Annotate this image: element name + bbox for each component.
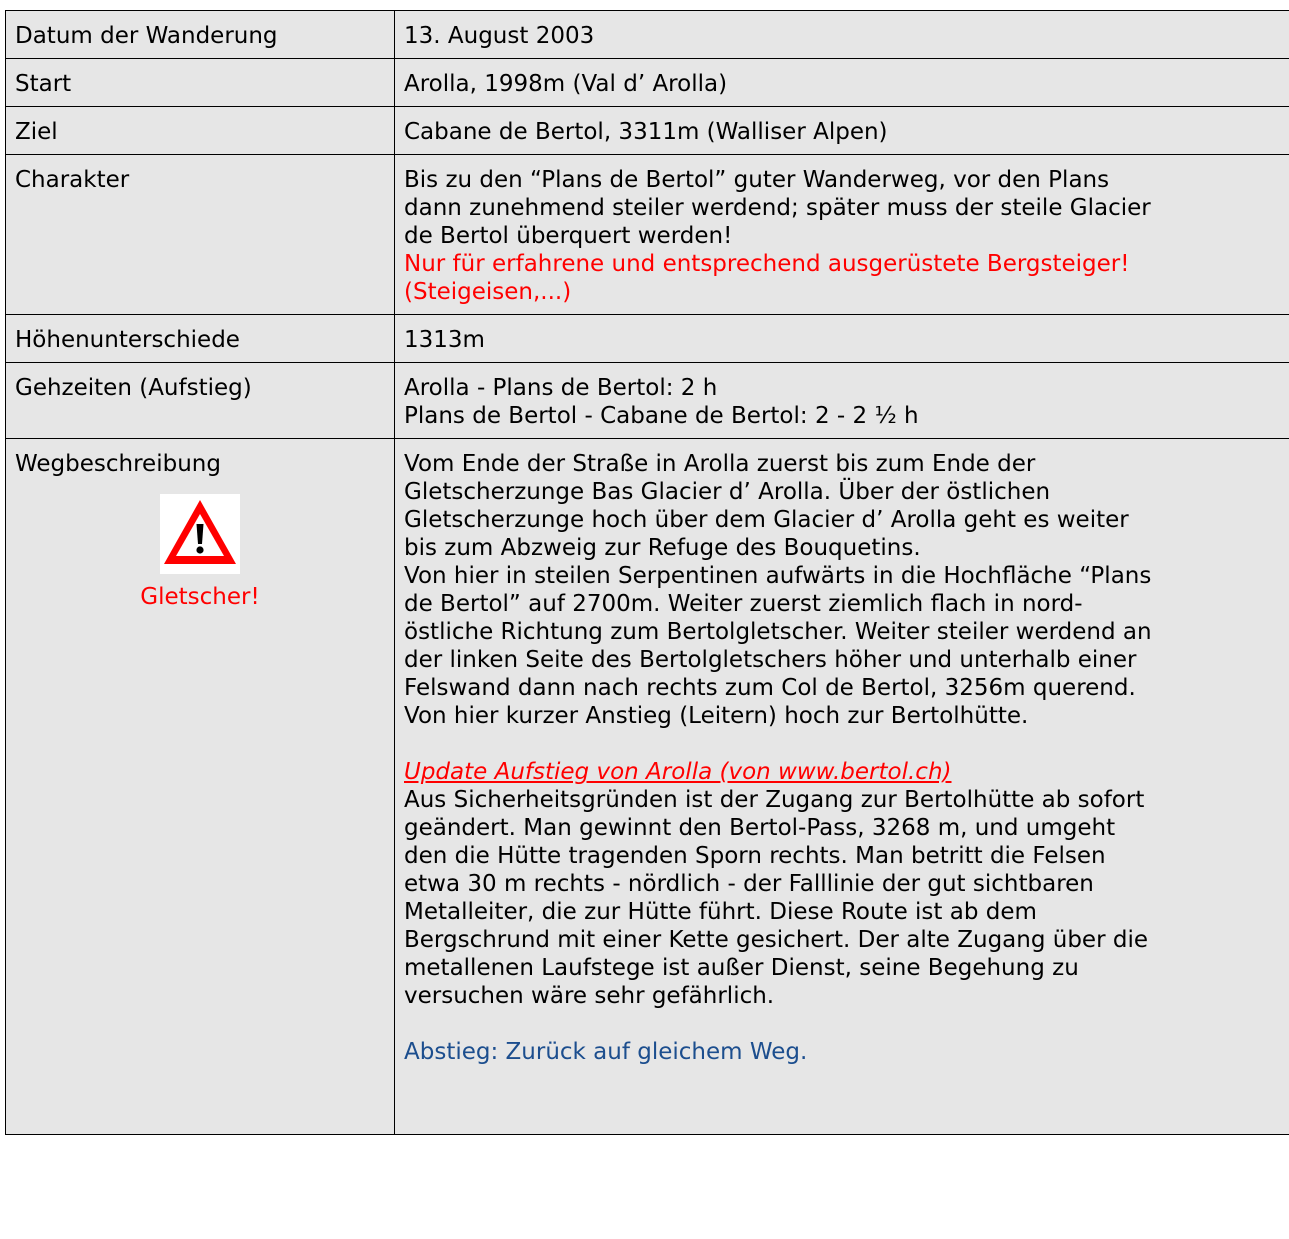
update-line: den die Hütte tragenden Sporn rechts. Ma… <box>404 843 1106 869</box>
character-line: de Bertol überquert werden! <box>404 223 733 249</box>
label-character: Charakter <box>5 154 395 315</box>
label-walking-times: Gehzeiten (Aufstieg) <box>5 362 395 439</box>
route-line: Von hier kurzer Anstieg (Leitern) hoch z… <box>404 703 1029 729</box>
value-walking-times: Arolla - Plans de Bertol: 2 h Plans de B… <box>394 362 1289 439</box>
route-line: Von hier in steilen Serpentinen aufwärts… <box>404 563 1152 589</box>
character-warning-line: Nur für erfahrene und entsprechend ausge… <box>404 251 1130 277</box>
update-line: Bergschrund mit einer Kette gesichert. D… <box>404 927 1148 953</box>
table-row-character: Charakter Bis zu den “Plans de Bertol” g… <box>5 154 1289 315</box>
value-elevation: 1313m <box>394 314 1289 363</box>
route-line: bis zum Abzweig zur Refuge des Bouquetin… <box>404 535 921 561</box>
route-line: Gletscherzunge hoch über dem Glacier d’ … <box>404 507 1129 533</box>
route-line: de Bertol” auf 2700m. Weiter zuerst ziem… <box>404 591 1083 617</box>
table-row-destination: Ziel Cabane de Bertol, 3311m (Walliser A… <box>5 106 1289 155</box>
character-line: Bis zu den “Plans de Bertol” guter Wande… <box>404 167 1110 193</box>
value-route-description: Vom Ende der Straße in Arolla zuerst bis… <box>394 438 1289 1135</box>
character-line: dann zunehmend steiler werdend; später m… <box>404 195 1151 221</box>
table-row-elevation: Höhenunterschiede 1313m <box>5 314 1289 363</box>
route-line: der linken Seite des Bertolgletschers hö… <box>404 647 1137 673</box>
character-warning-line: (Steigeisen,...) <box>404 279 572 305</box>
update-line: etwa 30 m rechts - nördlich - der Fallli… <box>404 871 1094 897</box>
value-character: Bis zu den “Plans de Bertol” guter Wande… <box>394 154 1289 315</box>
value-date: 13. August 2003 <box>394 10 1289 59</box>
value-destination: Cabane de Bertol, 3311m (Walliser Alpen) <box>394 106 1289 155</box>
route-description-label: Wegbeschreibung <box>15 451 221 477</box>
route-line: Felswand dann nach rechts zum Col de Ber… <box>404 675 1136 701</box>
label-route-description: Wegbeschreibung Gletscher! <box>5 438 395 1135</box>
value-start: Arolla, 1998m (Val d’ Arolla) <box>394 58 1289 107</box>
route-line: Vom Ende der Straße in Arolla zuerst bis… <box>404 451 1036 477</box>
glacier-warning-caption: Gletscher! <box>140 584 260 610</box>
update-line: metallenen Laufstege ist außer Dienst, s… <box>404 955 1079 981</box>
table-row-date: Datum der Wanderung 13. August 2003 <box>5 10 1289 59</box>
table-row-walking-times: Gehzeiten (Aufstieg) Arolla - Plans de B… <box>5 362 1289 439</box>
walking-time-line: Plans de Bertol - Cabane de Bertol: 2 - … <box>404 403 919 429</box>
route-line: östliche Richtung zum Bertolgletscher. W… <box>404 619 1152 645</box>
route-line: Gletscherzunge Bas Glacier d’ Arolla. Üb… <box>404 479 1051 505</box>
label-start: Start <box>5 58 395 107</box>
update-line: Metalleiter, die zur Hütte führt. Diese … <box>404 899 1037 925</box>
update-line: versuchen wäre sehr gefährlich. <box>404 983 775 1009</box>
label-destination: Ziel <box>5 106 395 155</box>
glacier-warning: Gletscher! <box>15 494 385 611</box>
label-elevation: Höhenunterschiede <box>5 314 395 363</box>
update-line: geändert. Man gewinnt den Bertol-Pass, 3… <box>404 815 1116 841</box>
label-date: Datum der Wanderung <box>5 10 395 59</box>
table-row-route-description: Wegbeschreibung Gletscher! Vom Ende der … <box>5 438 1289 1135</box>
update-line: Aus Sicherheitsgründen ist der Zugang zu… <box>404 787 1145 813</box>
update-link[interactable]: Update Aufstieg von Arolla (von www.bert… <box>404 758 1280 786</box>
warning-triangle-icon <box>160 494 240 574</box>
hike-info-table: Datum der Wanderung 13. August 2003 Star… <box>5 10 1289 1135</box>
descent-text: Abstieg: Zurück auf gleichem Weg. <box>404 1039 808 1065</box>
table-row-start: Start Arolla, 1998m (Val d’ Arolla) <box>5 58 1289 107</box>
walking-time-line: Arolla - Plans de Bertol: 2 h <box>404 375 718 401</box>
